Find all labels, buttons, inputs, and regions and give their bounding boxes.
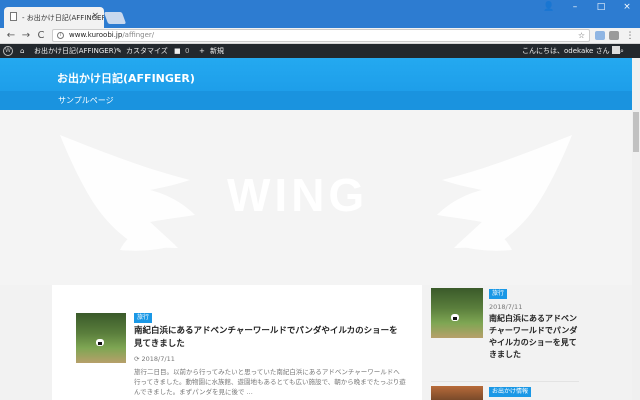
sidebar-divider [431,381,579,382]
main-post-card[interactable]: 旅行 南紀白浜にあるアドベンチャーワールドでパンダやイルカのショーを見てきました… [52,285,422,400]
avatar [611,46,620,54]
back-icon[interactable]: ← [4,29,18,43]
post-date-text: 2018/7/11 [141,355,175,363]
greeting-text: こんにちは、odekake さん [522,47,610,55]
info-icon[interactable]: i [57,32,64,39]
comment-icon[interactable]: ■ [174,44,181,58]
minimize-icon[interactable]: – [562,0,588,16]
post-excerpt: 旅行二日目。以前から行ってみたいと思っていた南紀白浜にあるアドベンチャーワールド… [134,368,406,396]
sidebar-post-date: 2018/7/11 [489,303,523,311]
admin-greeting[interactable]: こんにちは、odekake さん [522,44,620,58]
document-icon [10,12,17,21]
scrollbar-thumb[interactable] [633,112,639,152]
panda-image [451,314,459,321]
search-icon[interactable]: ⌕ [620,44,624,58]
comment-count: 0 [185,47,190,55]
url-path: /affinger/ [122,31,155,39]
window-controls: 👤 – □ × [536,0,640,16]
browser-tabstrip: - お出かけ日記(AFFINGER) × 👤 – □ × [0,0,640,28]
page-scrollbar[interactable] [632,110,640,400]
sidebar-thumbnail-2[interactable] [431,386,483,400]
admin-new[interactable]: 新規 [210,44,224,58]
new-tab-button[interactable] [103,12,127,24]
bookmark-star-icon[interactable]: ☆ [578,30,585,41]
admin-customize[interactable]: カスタマイズ [126,44,168,58]
profile-icon[interactable]: 👤 [536,0,562,16]
site-nav: サンプルページ [0,91,632,110]
hero-banner: WING [0,110,632,285]
browser-toolbar: ← → C i www.kuroobi.jp/affinger/ ☆ ⋮ [0,28,640,44]
site-title[interactable]: お出かけ日記(AFFINGER) [57,70,195,86]
browser-tab[interactable]: - お出かけ日記(AFFINGER) × [4,7,104,28]
nav-item-sample-page[interactable]: サンプルページ [58,95,114,106]
hero-wordmark: WING [227,169,369,221]
url-host: www.kuroobi.jp [69,31,123,39]
menu-icon[interactable]: ⋮ [623,29,637,43]
post-date: ⟳ 2018/7/11 [134,355,175,363]
brush-icon: ✎ [116,47,122,55]
sidebar-category-badge-2[interactable]: お出かけ情報 [489,387,532,397]
post-thumbnail[interactable] [76,313,126,363]
wordpress-logo-icon[interactable]: W [3,46,13,56]
address-bar[interactable]: i www.kuroobi.jp/affinger/ ☆ [52,29,590,42]
reload-icon[interactable]: C [34,29,48,43]
sidebar-thumbnail[interactable] [431,288,483,338]
admin-site-name[interactable]: お出かけ日記(AFFINGER) [34,44,116,58]
forward-icon[interactable]: → [19,29,33,43]
close-window-icon[interactable]: × [614,0,640,16]
camera-icon[interactable] [609,31,619,40]
panda-image [96,339,104,346]
sidebar-category-badge[interactable]: 旅行 [489,289,508,299]
wp-admin-bar: W ⌂ お出かけ日記(AFFINGER) ✎ カスタマイズ ■ 0 + 新規 こ… [0,44,640,58]
sidebar-post-title[interactable]: 南紀白浜にあるアドベンチャーワールドでパンダやイルカのショーを見てきました [489,313,581,361]
tab-close-icon[interactable]: × [91,11,99,21]
post-title[interactable]: 南紀白浜にあるアドベンチャーワールドでパンダやイルカのショーを見てきました [134,325,404,351]
plus-icon: + [199,47,205,55]
category-badge[interactable]: 旅行 [134,313,153,323]
maximize-icon[interactable]: □ [588,0,614,16]
site-header: お出かけ日記(AFFINGER) サンプルページ [0,58,632,110]
extension-icon[interactable] [595,31,605,40]
refresh-icon: ⟳ [134,355,142,363]
scrollbar-track-top [632,58,640,110]
admin-site-icon: ⌂ [20,47,25,55]
